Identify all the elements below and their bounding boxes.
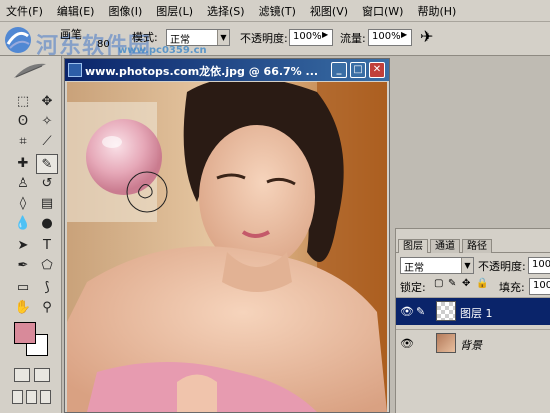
toolbox: ⬚ ✥ ʘ ✧ ⌗ ⟋ ✚ ✎ ♙ ↺ ◊ ▤ 💧 ● ➤ T ✒ ⬠ ▭ ⟆ …	[0, 56, 62, 413]
brush-link-icon: ✎	[416, 305, 426, 318]
chevron-down-icon: ▼	[217, 30, 229, 45]
menu-select[interactable]: 选择(S)	[207, 3, 245, 19]
healing-brush-icon[interactable]: ✚	[12, 154, 34, 174]
chevron-right-icon[interactable]: ▶	[322, 30, 328, 39]
flow-label: 流量:	[340, 32, 366, 45]
menu-help[interactable]: 帮助(H)	[417, 3, 456, 19]
layer-blend-mode-value: 正常	[404, 263, 424, 274]
layer-row-layer1[interactable]: 👁 ✎ 图层 1	[396, 297, 550, 325]
brush-size-value[interactable]: 80	[97, 39, 110, 50]
feather-logo-icon	[14, 63, 46, 78]
document-titlebar[interactable]: www.photops.com龙依.jpg @ 66.7% ... _ □ ✕	[65, 59, 389, 81]
chevron-right-icon[interactable]: ▶	[401, 30, 407, 39]
menu-filter[interactable]: 滤镜(T)	[259, 3, 296, 19]
photoshop-doc-icon	[68, 63, 82, 77]
shape-icon[interactable]: ⬠	[36, 256, 58, 276]
visibility-eye-icon[interactable]: 👁	[400, 305, 414, 318]
pen-icon[interactable]: ✒	[12, 256, 34, 276]
history-brush-icon[interactable]: ↺	[36, 174, 58, 194]
fill-label: 填充:	[499, 281, 525, 294]
layer-opacity-value: 100	[532, 259, 550, 270]
screen-mode-full-icon[interactable]	[40, 390, 51, 404]
flow-value: 100%	[372, 31, 401, 42]
clone-stamp-icon[interactable]: ♙	[12, 174, 34, 194]
move-icon[interactable]: ✥	[36, 92, 58, 112]
tab-paths[interactable]: 路径	[462, 239, 492, 253]
layer-thumbnail	[436, 333, 456, 353]
menu-bar: 文件(F) 编辑(E) 图像(I) 图层(L) 选择(S) 滤镜(T) 视图(V…	[0, 0, 550, 22]
image-canvas[interactable]	[67, 82, 387, 412]
mode-label: 模式:	[132, 31, 158, 44]
fill-input[interactable]: 100	[529, 278, 550, 295]
layer-opacity-label: 不透明度:	[478, 260, 526, 273]
visibility-eye-icon[interactable]: 👁	[400, 337, 414, 350]
layer-blend-mode-select[interactable]: 正常 ▼	[400, 257, 474, 274]
document-title: www.photops.com龙依.jpg @ 66.7% ...	[85, 65, 319, 78]
lock-transparency-icon[interactable]: ▢	[434, 278, 443, 289]
lasso-icon[interactable]: ʘ	[12, 112, 34, 132]
watermark-logo-icon	[5, 27, 31, 53]
layers-panel-tabs: 图层 通道 路径	[396, 239, 550, 253]
layers-panel: 图层 通道 路径 正常 ▼ 不透明度: 100 锁定: ▢ ✎ ✥ 🔒 填充: …	[395, 228, 550, 413]
tab-channels[interactable]: 通道	[430, 239, 460, 253]
quick-mask-icon[interactable]	[34, 368, 50, 382]
lock-all-icon[interactable]: 🔒	[476, 278, 488, 289]
blur-icon[interactable]: 💧	[12, 214, 34, 234]
menu-file[interactable]: 文件(F)	[6, 3, 43, 19]
path-select-icon[interactable]: ➤	[12, 236, 34, 256]
standard-mode-icon[interactable]	[14, 368, 30, 382]
options-bar: 河东软件园 画笔 80 模式: 正常 ▼ 不透明度: 100% ▶ 流量: 10…	[0, 22, 550, 59]
menu-view[interactable]: 视图(V)	[310, 3, 348, 19]
fill-value: 100	[533, 280, 550, 291]
lock-position-icon[interactable]: ✥	[462, 278, 470, 289]
notes-icon[interactable]: ▭	[12, 278, 34, 298]
dodge-icon[interactable]: ●	[36, 214, 58, 234]
tab-layers[interactable]: 图层	[398, 239, 428, 253]
menu-edit[interactable]: 编辑(E)	[57, 3, 95, 19]
maximize-button[interactable]: □	[350, 62, 366, 78]
zoom-icon[interactable]: ⚲	[36, 298, 58, 318]
magic-wand-icon[interactable]: ✧	[36, 112, 58, 132]
crop-icon[interactable]: ⌗	[12, 132, 34, 152]
layer-row-background[interactable]: 👁 背景	[396, 329, 550, 357]
chevron-down-icon: ▼	[461, 258, 473, 273]
gradient-icon[interactable]: ▤	[36, 194, 58, 214]
slice-icon[interactable]: ⟋	[36, 132, 58, 152]
menu-layer[interactable]: 图层(L)	[156, 3, 193, 19]
screen-mode-standard-icon[interactable]	[12, 390, 23, 404]
layer-thumbnail	[436, 301, 456, 321]
mode-select[interactable]: 正常 ▼	[166, 29, 230, 46]
lock-label: 锁定:	[400, 281, 426, 294]
layer-opacity-input[interactable]: 100	[528, 257, 550, 274]
layer-name: 图层 1	[460, 307, 493, 320]
watermark-url: www.pc0359.cn	[118, 45, 207, 56]
airbrush-icon[interactable]: ✈	[420, 27, 433, 46]
opacity-value: 100%	[293, 31, 322, 42]
hand-icon[interactable]: ✋	[12, 298, 34, 318]
type-icon[interactable]: T	[36, 236, 58, 256]
eyedropper-icon[interactable]: ⟆	[36, 278, 58, 298]
layer-name: 背景	[460, 339, 482, 352]
marquee-icon[interactable]: ⬚	[12, 92, 34, 112]
eraser-icon[interactable]: ◊	[12, 194, 34, 214]
menu-window[interactable]: 窗口(W)	[362, 3, 403, 19]
minimize-button[interactable]: _	[331, 62, 347, 78]
foreground-color-swatch[interactable]	[14, 322, 36, 344]
menu-image[interactable]: 图像(I)	[108, 3, 142, 19]
brush-icon[interactable]: ✎	[36, 154, 58, 174]
lock-pixels-icon[interactable]: ✎	[448, 278, 456, 289]
brush-label: 画笔	[60, 28, 82, 41]
document-window: www.photops.com龙依.jpg @ 66.7% ... _ □ ✕	[64, 58, 390, 413]
close-button[interactable]: ✕	[369, 62, 385, 78]
opacity-label: 不透明度:	[240, 32, 288, 45]
screen-mode-full-menu-icon[interactable]	[26, 390, 37, 404]
